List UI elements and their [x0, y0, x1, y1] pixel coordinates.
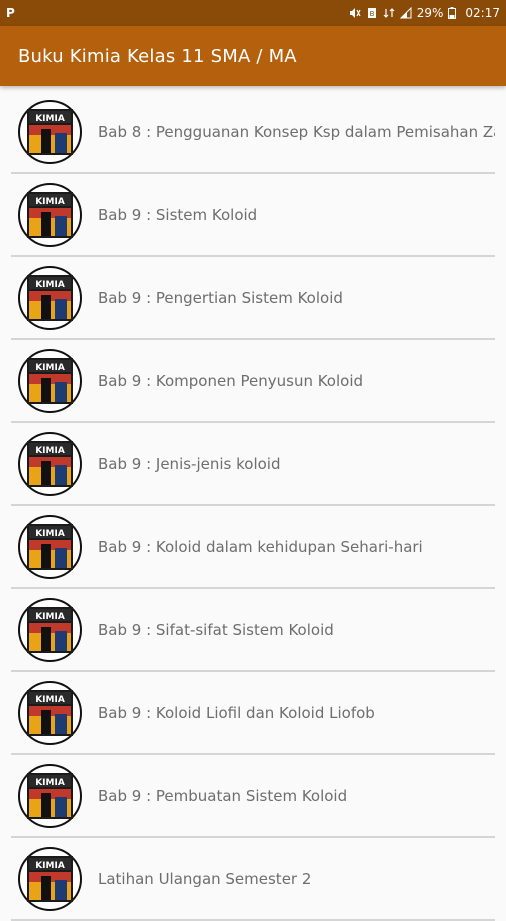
list-item-label: Bab 9 : Sifat-sifat Sistem Koloid: [98, 621, 334, 639]
book-cover-icon: KIMIA: [18, 515, 82, 579]
signal-icon: [399, 6, 412, 19]
list-item-label: Bab 9 : Jenis-jenis koloid: [98, 455, 281, 473]
book-cover-icon: KIMIA: [18, 681, 82, 745]
list-item-label: Bab 8 : Pengguanan Konsep Ksp dalam Pemi…: [98, 123, 495, 141]
list-item-label: Bab 9 : Koloid dalam kehidupan Sehari-ha…: [98, 538, 423, 556]
book-cover-icon: KIMIA: [18, 598, 82, 662]
list-item[interactable]: KIMIA Bab 9 : Jenis-jenis koloid: [11, 424, 495, 506]
book-cover-icon: KIMIA: [18, 266, 82, 330]
data-icon: [383, 7, 395, 19]
list-item[interactable]: KIMIA Bab 9 : Komponen Penyusun Koloid: [11, 341, 495, 423]
list-item[interactable]: KIMIA Bab 9 : Pengertian Sistem Koloid: [11, 258, 495, 340]
list-item[interactable]: KIMIA Latihan Ulangan Semester 2: [11, 839, 495, 921]
battery-icon: [448, 7, 460, 19]
clock: 02:17: [465, 6, 500, 20]
book-cover-icon: KIMIA: [18, 764, 82, 828]
list-item[interactable]: KIMIA Bab 8 : Pengguanan Konsep Ksp dalam…: [11, 92, 495, 174]
cover-title: KIMIA: [35, 197, 65, 207]
list-item-label: Bab 9 : Pembuatan Sistem Koloid: [98, 787, 348, 805]
sim-icon: B: [366, 7, 378, 19]
cover-title: KIMIA: [35, 529, 65, 539]
list-item[interactable]: KIMIA Bab 9 : Pembuatan Sistem Koloid: [11, 756, 495, 838]
list-item[interactable]: KIMIA Bab 9 : Koloid dalam kehidupan Seha…: [11, 507, 495, 589]
cover-title: KIMIA: [35, 778, 65, 788]
book-cover-icon: KIMIA: [18, 847, 82, 911]
battery-percent: 29%: [416, 6, 444, 20]
cover-title: KIMIA: [35, 280, 65, 290]
cover-title: KIMIA: [35, 695, 65, 705]
list-item-label: Bab 9 : Komponen Penyusun Koloid: [98, 372, 364, 390]
chapter-list[interactable]: KIMIA Bab 8 : Pengguanan Konsep Ksp dalam…: [0, 86, 506, 921]
list-item-label: Bab 9 : Sistem Koloid: [98, 206, 258, 224]
cover-title: KIMIA: [35, 446, 65, 456]
cover-title: KIMIA: [35, 861, 65, 871]
list-item[interactable]: KIMIA Bab 9 : Koloid Liofil dan Koloid Li…: [11, 673, 495, 755]
status-bar: P B 29% 02:17: [0, 0, 506, 26]
svg-text:B: B: [369, 10, 374, 18]
cover-title: KIMIA: [35, 363, 65, 373]
list-item[interactable]: KIMIA Bab 9 : Sifat-sifat Sistem Koloid: [11, 590, 495, 672]
list-item-label: Bab 9 : Koloid Liofil dan Koloid Liofob: [98, 704, 375, 722]
book-cover-icon: KIMIA: [18, 183, 82, 247]
book-cover-icon: KIMIA: [18, 100, 82, 164]
app-title: Buku Kimia Kelas 11 SMA / MA: [18, 45, 297, 67]
mute-icon: [349, 7, 361, 19]
book-cover-icon: KIMIA: [18, 349, 82, 413]
app-bar: Buku Kimia Kelas 11 SMA / MA: [0, 26, 506, 86]
cover-title: KIMIA: [35, 114, 65, 124]
book-cover-icon: KIMIA: [18, 432, 82, 496]
list-item-label: Latihan Ulangan Semester 2: [98, 870, 312, 888]
carrier-logo: P: [6, 6, 15, 20]
cover-title: KIMIA: [35, 612, 65, 622]
list-item[interactable]: KIMIA Bab 9 : Sistem Koloid: [11, 175, 495, 257]
list-item-label: Bab 9 : Pengertian Sistem Koloid: [98, 289, 343, 307]
